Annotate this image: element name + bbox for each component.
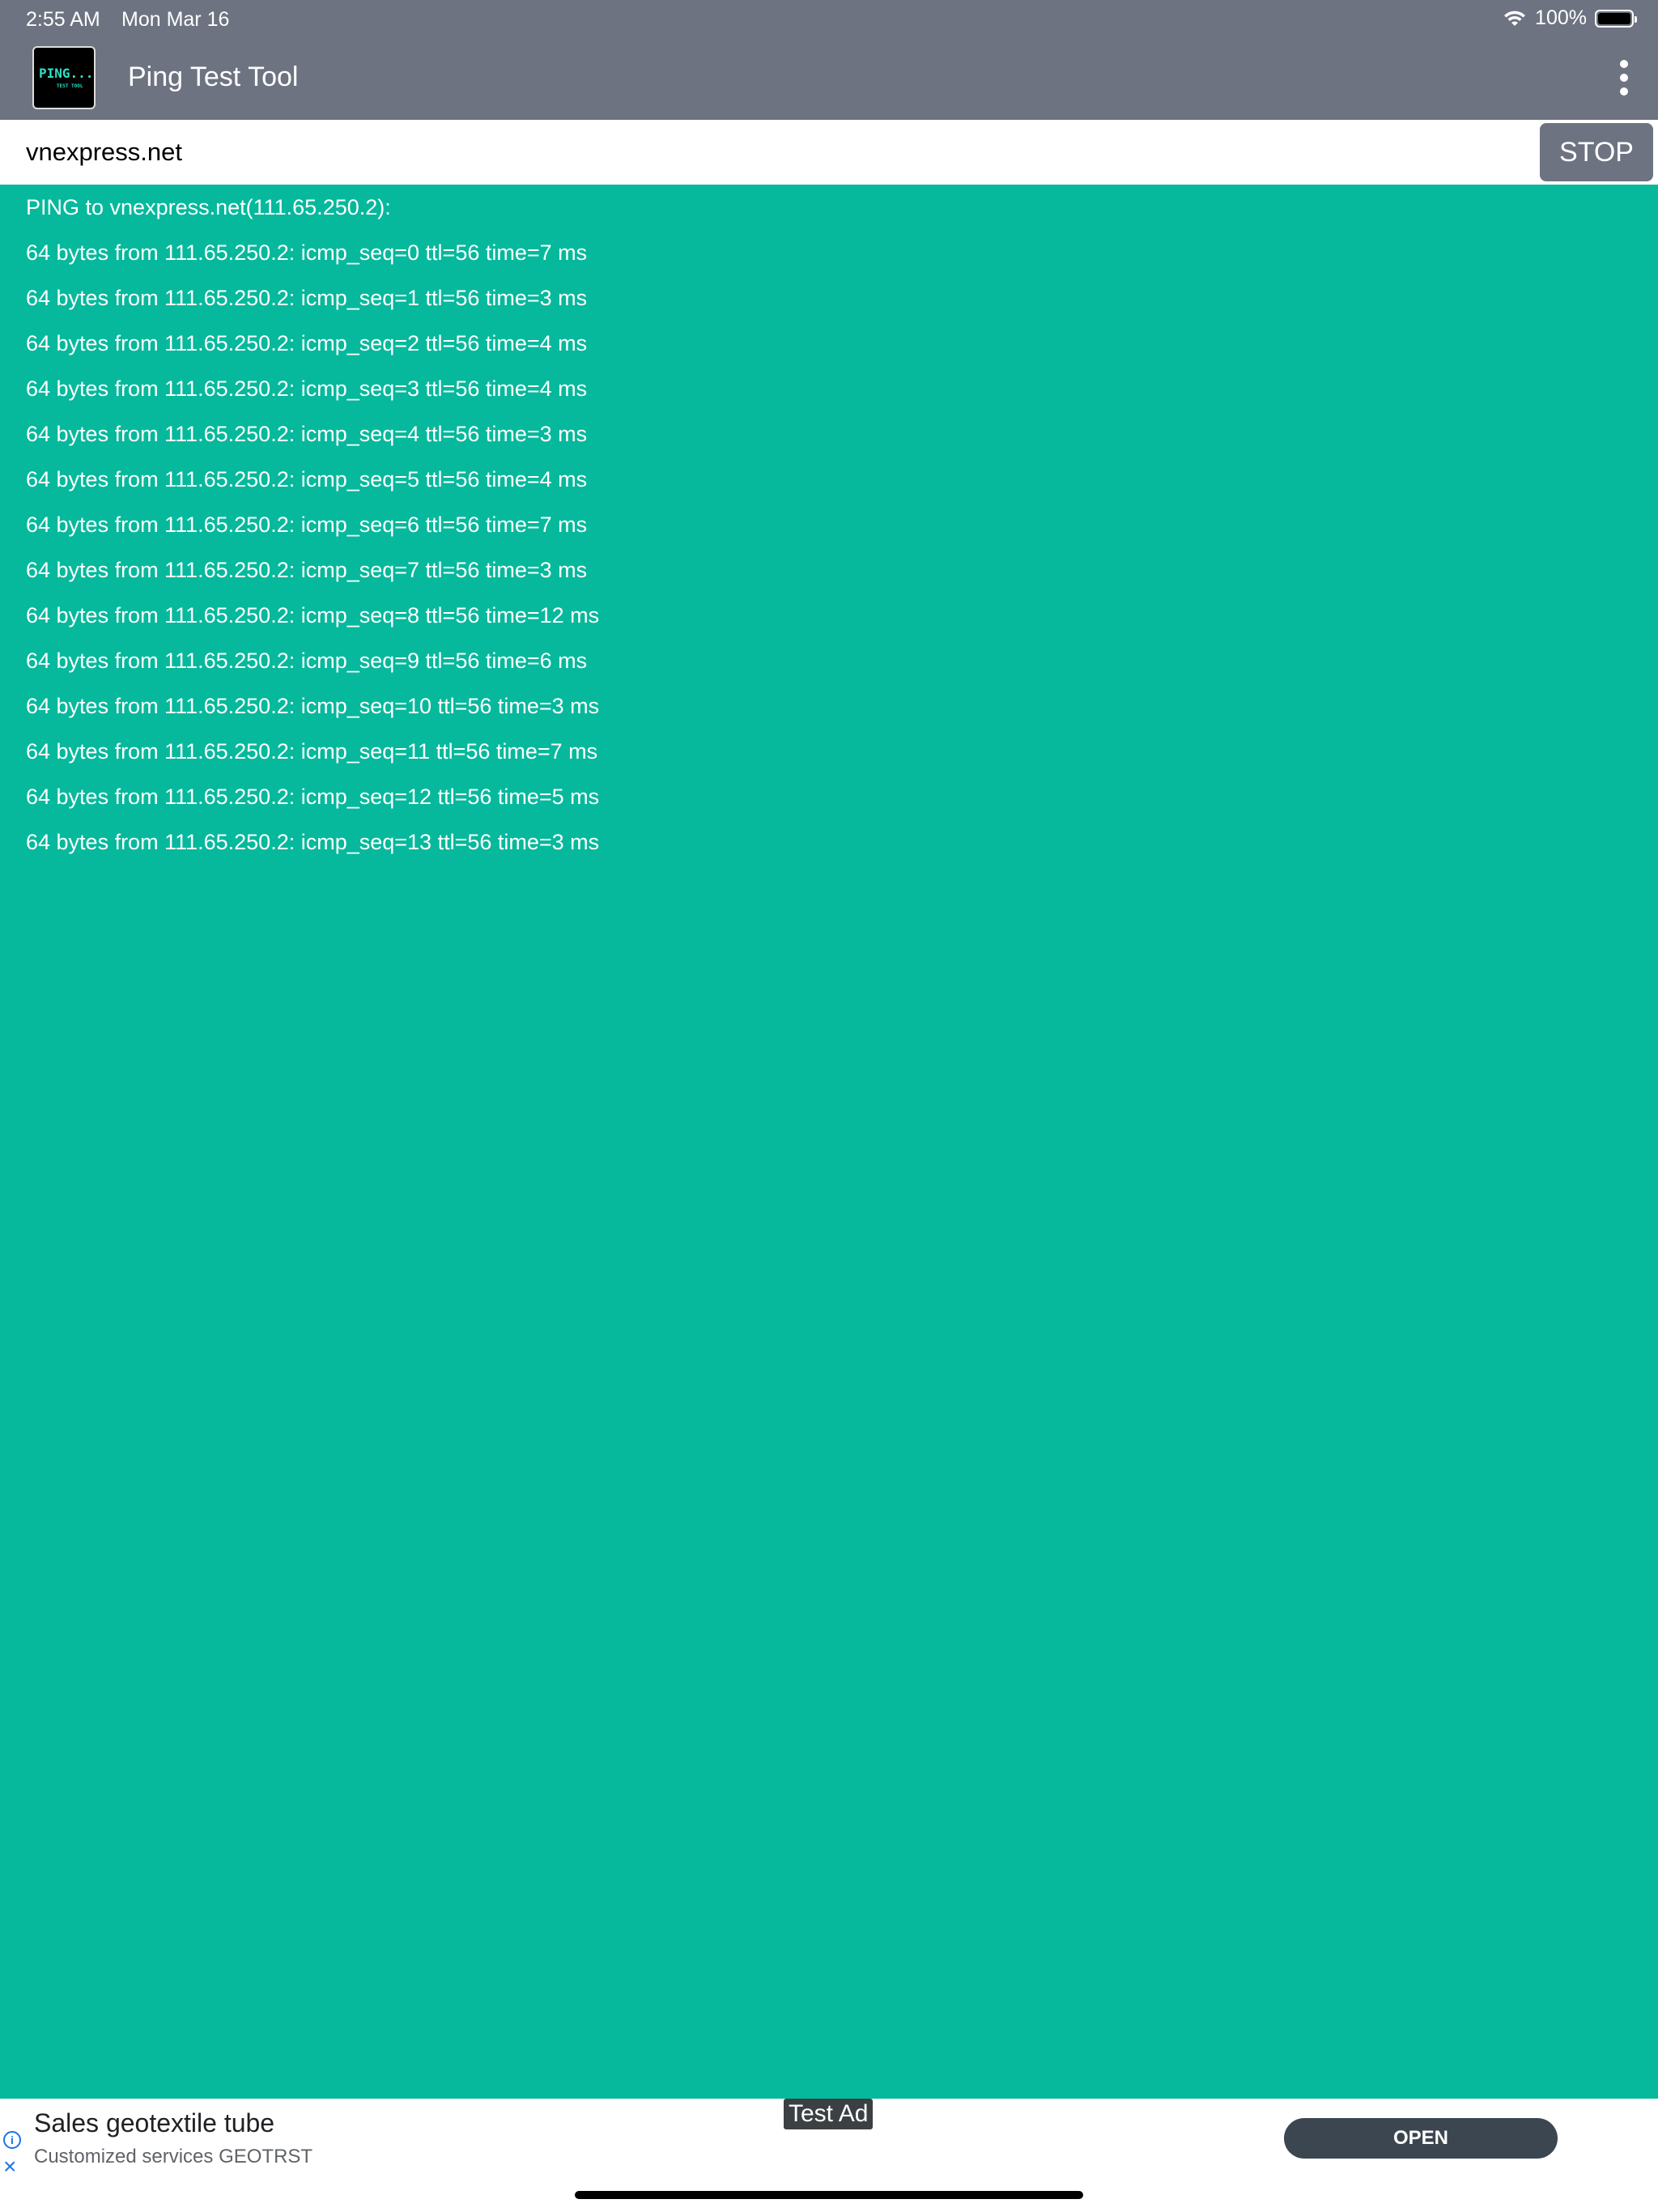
output-line: 64 bytes from 111.65.250.2: icmp_seq=0 t… <box>26 240 588 265</box>
top-bar: 2:55 AM Mon Mar 16 100% PING... TEST TOO… <box>0 0 1658 120</box>
output-line: 64 bytes from 111.65.250.2: icmp_seq=6 t… <box>26 513 588 537</box>
ad-banner[interactable]: i × Sales geotextile tube Customized ser… <box>0 2099 1658 2188</box>
status-date: Mon Mar 16 <box>121 8 230 31</box>
ping-output: PING to vnexpress.net(111.65.250.2): 64 … <box>26 185 599 865</box>
host-bar: STOP <box>0 120 1658 185</box>
test-ad-badge: Test Ad <box>784 2099 874 2129</box>
wifi-icon <box>1504 11 1526 26</box>
app-title: Ping Test Tool <box>128 62 299 92</box>
battery-percent: 100% <box>1535 6 1587 29</box>
ad-info-icon[interactable]: i <box>3 2131 21 2149</box>
status-time: 2:55 AM <box>26 8 100 31</box>
output-line: 64 bytes from 111.65.250.2: icmp_seq=4 t… <box>26 422 588 446</box>
host-input[interactable] <box>0 120 1535 185</box>
output-line: 64 bytes from 111.65.250.2: icmp_seq=11 … <box>26 739 598 764</box>
app-logo-icon: PING... TEST TOOL <box>32 46 96 109</box>
app-bar: PING... TEST TOOL Ping Test Tool <box>0 37 1658 120</box>
output-line: 64 bytes from 111.65.250.2: icmp_seq=3 t… <box>26 376 588 401</box>
output-line: 64 bytes from 111.65.250.2: icmp_seq=1 t… <box>26 286 588 310</box>
stop-button[interactable]: STOP <box>1540 123 1653 181</box>
output-line: 64 bytes from 111.65.250.2: icmp_seq=7 t… <box>26 558 588 582</box>
output-line: 64 bytes from 111.65.250.2: icmp_seq=10 … <box>26 694 600 718</box>
status-bar: 2:55 AM Mon Mar 16 100% <box>0 0 1658 37</box>
logo-text: PING... <box>39 66 94 81</box>
ad-close-icon[interactable]: × <box>3 2155 16 2178</box>
home-indicator[interactable] <box>575 2191 1083 2199</box>
ad-subtitle: Customized services GEOTRST <box>34 2146 313 2167</box>
battery-icon <box>1595 9 1637 28</box>
output-line: 64 bytes from 111.65.250.2: icmp_seq=2 t… <box>26 331 588 355</box>
logo-subtext: TEST TOOL <box>57 83 83 89</box>
output-line: 64 bytes from 111.65.250.2: icmp_seq=9 t… <box>26 649 588 673</box>
output-line: 64 bytes from 111.65.250.2: icmp_seq=13 … <box>26 830 600 854</box>
more-menu-icon[interactable] <box>1616 60 1632 96</box>
ad-title: Sales geotextile tube <box>34 2108 275 2138</box>
output-line: PING to vnexpress.net(111.65.250.2): <box>26 195 391 219</box>
output-line: 64 bytes from 111.65.250.2: icmp_seq=5 t… <box>26 467 588 491</box>
ad-open-button[interactable]: OPEN <box>1284 2118 1558 2159</box>
output-line: 64 bytes from 111.65.250.2: icmp_seq=12 … <box>26 785 600 809</box>
output-line: 64 bytes from 111.65.250.2: icmp_seq=8 t… <box>26 603 600 627</box>
status-right: 100% <box>1503 6 1637 30</box>
